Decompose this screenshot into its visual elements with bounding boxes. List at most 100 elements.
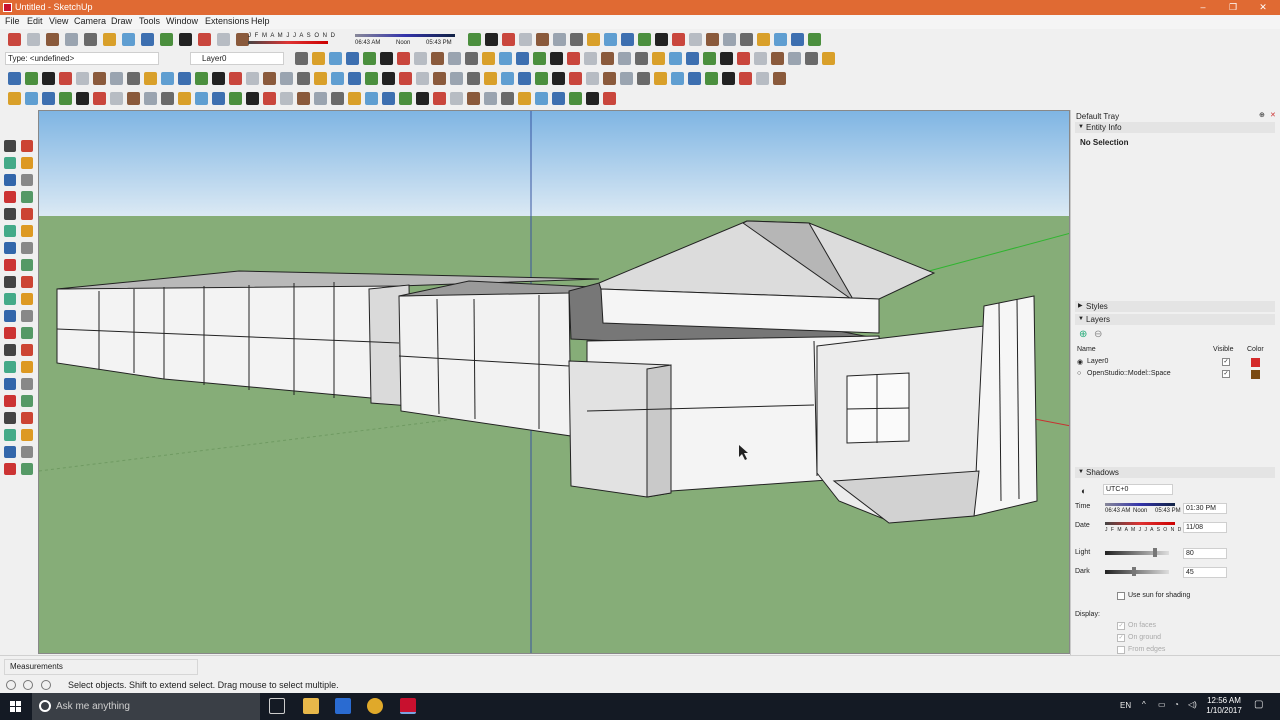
- toolbar-tool-button[interactable]: [535, 72, 548, 85]
- minimize-button[interactable]: –: [1188, 0, 1218, 15]
- drawing-tool-button[interactable]: [4, 242, 16, 254]
- toolbar-tool-button[interactable]: [518, 92, 531, 105]
- toolbar-tool-button[interactable]: [501, 92, 514, 105]
- sketchup-taskbar-icon[interactable]: [400, 698, 416, 714]
- toolbar-tool-button[interactable]: [533, 52, 546, 65]
- help-icon[interactable]: [41, 680, 51, 690]
- toolbar-tool-button[interactable]: [433, 92, 446, 105]
- drawing-tool-button[interactable]: [4, 463, 16, 475]
- drawing-tool-button[interactable]: [21, 293, 33, 305]
- time-slider[interactable]: [1105, 503, 1175, 506]
- toolbar-tool-button[interactable]: [584, 52, 597, 65]
- toolbar-tool-button[interactable]: [363, 52, 376, 65]
- toolbar-tool-button[interactable]: [127, 72, 140, 85]
- task-view-icon[interactable]: [269, 698, 285, 714]
- toolbar-tool-button[interactable]: [25, 72, 38, 85]
- drawing-tool-button[interactable]: [4, 327, 16, 339]
- toolbar-tool-button[interactable]: [468, 33, 481, 46]
- drawing-tool-button[interactable]: [4, 378, 16, 390]
- layers-col-visible[interactable]: Visible: [1213, 346, 1234, 353]
- toolbar-tool-button[interactable]: [65, 33, 78, 46]
- dark-field[interactable]: 45: [1183, 567, 1227, 578]
- toolbar-tool-button[interactable]: [178, 92, 191, 105]
- drawing-tool-button[interactable]: [21, 310, 33, 322]
- toolbar-tool-button[interactable]: [467, 72, 480, 85]
- from-edges-checkbox[interactable]: [1117, 646, 1125, 654]
- toolbar-tool-button[interactable]: [620, 72, 633, 85]
- toolbar-tool-button[interactable]: [805, 52, 818, 65]
- toolbar-tool-button[interactable]: [502, 33, 515, 46]
- shadow-toggle-icon[interactable]: ◐: [1081, 486, 1086, 496]
- toolbar-tool-button[interactable]: [27, 33, 40, 46]
- toolbar-tool-button[interactable]: [484, 92, 497, 105]
- tray-chevron-icon[interactable]: ^: [1142, 700, 1146, 709]
- toolbar-tool-button[interactable]: [297, 92, 310, 105]
- date-field[interactable]: 11/08: [1183, 522, 1227, 533]
- light-slider[interactable]: [1105, 548, 1169, 557]
- drawing-tool-button[interactable]: [4, 157, 16, 169]
- toolbar-tool-button[interactable]: [652, 52, 665, 65]
- toolbar-tool-button[interactable]: [603, 92, 616, 105]
- toolbar-tool-button[interactable]: [416, 92, 429, 105]
- toolbar-tool-button[interactable]: [737, 52, 750, 65]
- toolbar-tool-button[interactable]: [127, 92, 140, 105]
- toolbar-tool-button[interactable]: [110, 92, 123, 105]
- toolbar-tool-button[interactable]: [382, 92, 395, 105]
- toolbar-tool-button[interactable]: [433, 72, 446, 85]
- menu-window[interactable]: Window: [166, 15, 198, 28]
- toolbar-tool-button[interactable]: [144, 72, 157, 85]
- toolbar-tool-button[interactable]: [42, 72, 55, 85]
- drawing-tool-button[interactable]: [21, 191, 33, 203]
- toolbar-tool-button[interactable]: [689, 33, 702, 46]
- toolbar-tool-button[interactable]: [788, 52, 801, 65]
- drawing-tool-button[interactable]: [21, 140, 33, 152]
- shadows-header[interactable]: ▼ Shadows: [1075, 467, 1275, 478]
- toolbar-tool-button[interactable]: [246, 72, 259, 85]
- layers-header[interactable]: ▼ Layers: [1075, 314, 1275, 325]
- toolbar-tool-button[interactable]: [365, 72, 378, 85]
- drawing-tool-button[interactable]: [4, 225, 16, 237]
- toolbar-tool-button[interactable]: [771, 52, 784, 65]
- toolbar-tool-button[interactable]: [569, 92, 582, 105]
- toolbar-tool-button[interactable]: [739, 72, 752, 85]
- active-layer-radio[interactable]: ○: [1077, 370, 1081, 377]
- toolbar-tool-button[interactable]: [655, 33, 668, 46]
- toolbar-tool-button[interactable]: [161, 92, 174, 105]
- drawing-tool-button[interactable]: [21, 378, 33, 390]
- toolbar-tool-button[interactable]: [484, 72, 497, 85]
- drawing-tool-button[interactable]: [21, 225, 33, 237]
- toolbar-tool-button[interactable]: [553, 33, 566, 46]
- toolbar-tool-button[interactable]: [808, 33, 821, 46]
- drawing-tool-button[interactable]: [4, 446, 16, 458]
- timezone-select[interactable]: UTC+0: [1103, 484, 1173, 495]
- toolbar-tool-button[interactable]: [722, 72, 735, 85]
- toolbar-tool-button[interactable]: [654, 72, 667, 85]
- drawing-tool-button[interactable]: [4, 276, 16, 288]
- drawing-tool-button[interactable]: [21, 463, 33, 475]
- drawing-tool-button[interactable]: [21, 259, 33, 271]
- menu-extensions[interactable]: Extensions: [205, 15, 249, 28]
- volume-icon[interactable]: ◁): [1188, 700, 1197, 709]
- credits-icon[interactable]: [23, 680, 33, 690]
- toolbar-tool-button[interactable]: [450, 72, 463, 85]
- drawing-tool-button[interactable]: [4, 293, 16, 305]
- toolbar-tool-button[interactable]: [482, 52, 495, 65]
- toolbar-tool-button[interactable]: [638, 33, 651, 46]
- layer-color-swatch[interactable]: [1251, 370, 1260, 379]
- toolbar-tool-button[interactable]: [621, 33, 634, 46]
- store-icon[interactable]: [335, 698, 351, 714]
- entity-info-header[interactable]: ▼ Entity Info: [1075, 122, 1275, 133]
- toolbar-tool-button[interactable]: [212, 92, 225, 105]
- toolbar-tool-button[interactable]: [604, 33, 617, 46]
- menu-help[interactable]: Help: [251, 15, 270, 28]
- toolbar-tool-button[interactable]: [740, 33, 753, 46]
- drawing-tool-button[interactable]: [4, 174, 16, 186]
- toolbar-tool-button[interactable]: [516, 52, 529, 65]
- toolbar-tool-button[interactable]: [161, 72, 174, 85]
- layer-select[interactable]: Layer0: [190, 52, 284, 65]
- toolbar-tool-button[interactable]: [312, 52, 325, 65]
- toolbar-tool-button[interactable]: [348, 92, 361, 105]
- layer-visible-checkbox[interactable]: ✓: [1222, 370, 1230, 378]
- toolbar-tool-button[interactable]: [536, 33, 549, 46]
- taskbar-clock[interactable]: 12:56 AM 1/10/2017: [1204, 696, 1244, 716]
